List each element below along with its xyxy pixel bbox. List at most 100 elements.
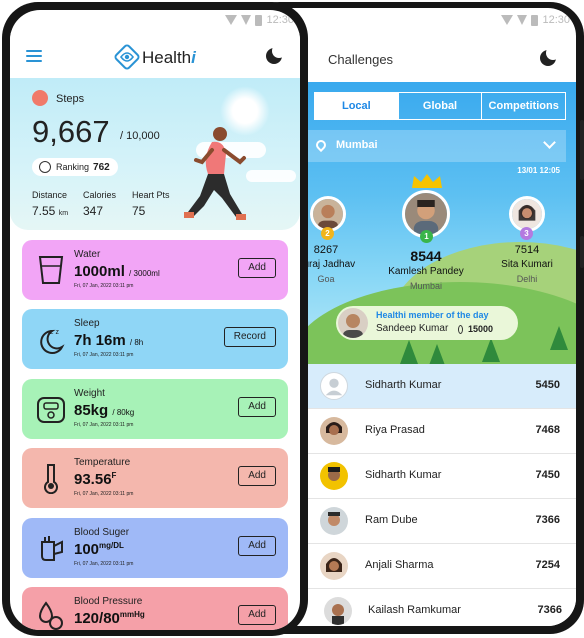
thermometer-icon	[44, 464, 58, 494]
volume-button	[580, 120, 584, 180]
member-of-day-title: Healthi member of the day	[376, 310, 489, 320]
glucose-meter-icon	[41, 536, 63, 561]
leader-third-value: 7514	[514, 244, 540, 256]
card-value: 85kg / 80kg	[74, 402, 135, 419]
city-select[interactable]: Mumbai	[306, 130, 566, 162]
tree-illustration	[428, 344, 446, 364]
tab-local[interactable]: Local	[315, 93, 399, 119]
wifi-icon	[517, 15, 528, 25]
tree-illustration	[550, 326, 568, 350]
add-blood-pressure-button[interactable]: Add	[238, 605, 276, 625]
healthi-logo-icon	[114, 44, 140, 70]
heart-pts-label: Heart Pts	[132, 190, 170, 200]
steps-goal: / 10,000	[120, 130, 160, 142]
row-name: Ram Dube	[365, 514, 418, 526]
svg-text:z z: z z	[50, 329, 59, 336]
steps-card[interactable]: Steps 9,667 / 10,000 Ranking 762 Distance…	[10, 78, 300, 230]
location-pin-icon	[313, 137, 329, 153]
dark-mode-moon-icon[interactable]	[540, 46, 560, 66]
tab-competitions[interactable]: Competitions	[482, 93, 565, 119]
row-value: 7254	[535, 559, 560, 571]
row-value: 7366	[535, 514, 560, 526]
challenge-tabs: Local Global Competitions	[314, 92, 566, 120]
card-value: 93.56F	[74, 471, 117, 488]
row-avatar	[320, 462, 348, 490]
record-sleep-button[interactable]: Record	[223, 327, 276, 347]
page-title: Challenges	[328, 52, 394, 67]
battery-icon	[531, 14, 539, 26]
member-of-day-name: Sandeep Kumar	[376, 323, 449, 334]
card-title: Water	[74, 249, 101, 260]
add-blood-sugar-button[interactable]: Add	[238, 536, 276, 556]
power-button	[580, 236, 584, 268]
member-of-day-avatar	[338, 308, 368, 338]
sleep-card: z z Sleep 7h 16m / 8h Fri, 07 Jan, 2022 …	[22, 309, 288, 369]
leaderboard-date: 13/01 12:05	[517, 166, 560, 175]
member-of-day-card[interactable]: Healthi member of the day Sandeep Kumar …	[336, 306, 518, 340]
card-value: 100mg/DL	[74, 541, 124, 558]
card-title: Temperature	[74, 457, 131, 468]
brand-main: Health	[142, 48, 192, 67]
leader-second-rank: 2	[321, 227, 334, 240]
leader-first-name: Kamlesh Pandey	[388, 266, 464, 277]
signal-icon	[225, 15, 238, 25]
steps-value: 9,667	[32, 114, 110, 149]
dark-mode-moon-icon[interactable]	[266, 44, 286, 64]
add-weight-button[interactable]: Add	[238, 397, 276, 417]
steps-icon	[32, 90, 48, 106]
calories-label: Calories	[83, 190, 117, 200]
ranking-label: Ranking	[56, 162, 90, 172]
status-time: 12:30	[542, 14, 570, 26]
row-avatar	[320, 552, 348, 580]
distance-label: Distance	[32, 190, 68, 200]
weight-card: Weight 85kg / 80kg Fri, 07 Jan, 2022 03:…	[22, 379, 288, 439]
tree-illustration	[400, 340, 418, 364]
card-date: Fri, 07 Jan, 2022 03:11 pm	[74, 352, 134, 358]
leader-first-rank: 1	[420, 230, 433, 243]
crown-icon	[412, 174, 442, 188]
leader-third-name: Sita Kumari	[501, 259, 553, 270]
card-title: Blood Suger	[74, 527, 130, 538]
card-title: Blood Pressure	[74, 596, 143, 607]
blood-pressure-icon	[38, 601, 63, 630]
ranking-pill[interactable]: Ranking 762	[32, 158, 118, 176]
home-header: Healthi	[10, 32, 300, 78]
wifi-icon	[241, 15, 252, 25]
member-of-day-value: 15000	[468, 324, 494, 334]
card-date: Fri, 07 Jan, 2022 03:11 pm	[74, 422, 134, 428]
runner-illustration	[184, 127, 246, 220]
card-date: Fri, 07 Jan, 2022 03:11 pm	[74, 561, 134, 567]
row-value: 7468	[535, 424, 560, 436]
calories-value: 347	[83, 204, 104, 218]
brand-accent: i	[191, 48, 196, 67]
city-select-value: Mumbai	[336, 139, 378, 151]
row-name: Sidharth Kumar	[365, 379, 442, 391]
row-name: Anjali Sharma	[365, 559, 434, 571]
heart-pts-value: 75	[132, 204, 146, 218]
add-temperature-button[interactable]: Add	[238, 466, 276, 486]
row-name: Kailash Ramkumar	[368, 604, 461, 616]
row-avatar	[320, 507, 348, 535]
leader-third-rank: 3	[520, 227, 533, 240]
card-value: 120/80mmHg	[74, 610, 145, 627]
blood-pressure-card: Blood Pressure 120/80mmHg Add	[22, 587, 288, 630]
brand-name: Healthi	[142, 48, 196, 68]
add-water-button[interactable]: Add	[238, 258, 276, 278]
distance-value: 7.55 km	[32, 204, 69, 218]
row-value: 7366	[537, 604, 562, 616]
signal-icon	[501, 15, 514, 25]
leader-third-city: Delhi	[516, 274, 538, 284]
tab-global[interactable]: Global	[399, 93, 483, 119]
ranking-value: 762	[93, 162, 110, 173]
row-value: 5450	[535, 379, 560, 391]
home-screen: 12:30 Healthi Steps 9,667 / 10,000 Ranki…	[10, 10, 300, 630]
mockup-stage: 12:30 Challenges Local Global Competitio…	[0, 0, 584, 638]
footprint-icon	[458, 325, 463, 334]
card-title: Sleep	[74, 318, 100, 329]
leader-first-value: 8544	[410, 248, 442, 264]
menu-icon[interactable]	[26, 50, 42, 62]
row-name: Riya Prasad	[365, 424, 425, 436]
row-avatar	[320, 417, 348, 445]
scale-icon	[37, 397, 65, 423]
moon-zzz-icon: z z	[40, 329, 65, 354]
